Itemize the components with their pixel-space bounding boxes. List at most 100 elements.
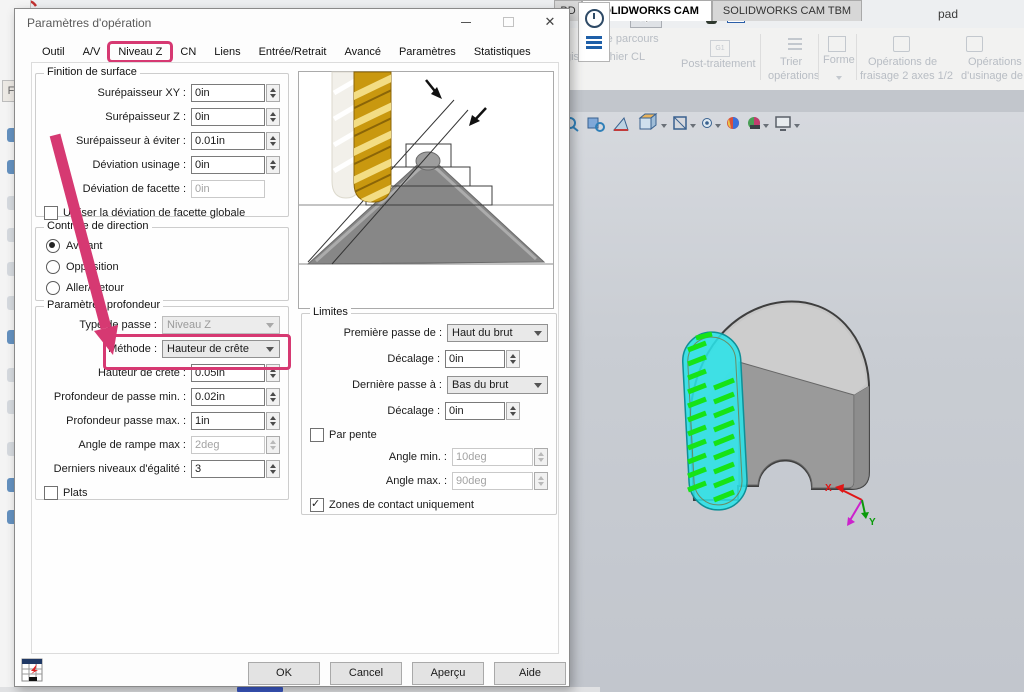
ribbon-separator bbox=[818, 34, 819, 80]
maximize-icon[interactable] bbox=[491, 9, 525, 35]
section-view-icon[interactable] bbox=[614, 118, 628, 130]
field-label: Déviation usinage : bbox=[42, 159, 191, 171]
apercu-button[interactable]: Aperçu bbox=[412, 662, 484, 685]
tab-liens[interactable]: Liens bbox=[205, 43, 249, 61]
field-label: Angle min. : bbox=[308, 451, 452, 463]
radio-opposition[interactable] bbox=[46, 260, 60, 274]
forme-dropdown-icon[interactable] bbox=[836, 76, 842, 80]
tab-niveau-z[interactable]: Niveau Z bbox=[109, 43, 171, 61]
surepaisseur-xy-input[interactable]: 0in bbox=[191, 84, 265, 102]
group-controle-direction: Contrôle de direction Avalant Opposition… bbox=[35, 227, 289, 301]
tab-entree-retrait[interactable]: Entrée/Retrait bbox=[250, 43, 336, 61]
appearances-icon[interactable] bbox=[727, 117, 739, 129]
methode-highlight-box bbox=[103, 334, 291, 370]
group-limites: Limites Première passe de : Haut du brut… bbox=[301, 313, 557, 515]
document-title: pad bbox=[938, 7, 958, 21]
dropdown-icon[interactable] bbox=[661, 124, 667, 128]
surepaisseur-eviter-input[interactable]: 0.01in bbox=[191, 132, 265, 150]
ribbon-op2-2: d'usinage de tr bbox=[961, 70, 1024, 82]
mini-toolbar bbox=[578, 2, 610, 62]
tab-statistiques[interactable]: Statistiques bbox=[465, 43, 540, 61]
display-style-icon[interactable] bbox=[674, 117, 686, 129]
group-title: Contrôle de direction bbox=[44, 220, 152, 232]
field-label: Dernière passe à : bbox=[308, 379, 447, 391]
application-window: ↷ ⚙ pad ut le parcours gistrer fichier C… bbox=[0, 0, 1024, 692]
ribbon-separator bbox=[760, 34, 761, 80]
derniers-niveaux-input[interactable]: 3 bbox=[191, 460, 265, 478]
field-label: Surépaisseur Z : bbox=[42, 111, 191, 123]
spinner bbox=[534, 472, 548, 490]
axis-y-label: Y bbox=[869, 517, 876, 528]
3d-model[interactable]: X Y bbox=[640, 288, 925, 543]
profondeur-min-input[interactable]: 0.02in bbox=[191, 388, 265, 406]
spinner[interactable] bbox=[266, 84, 280, 102]
view-settings-icon[interactable] bbox=[776, 117, 790, 130]
scene-icon[interactable] bbox=[748, 117, 760, 129]
derniere-passe-combo[interactable]: Bas du brut bbox=[447, 376, 548, 394]
plats-checkbox[interactable] bbox=[44, 486, 58, 500]
zoom-area-icon[interactable] bbox=[588, 118, 604, 131]
spinner[interactable] bbox=[266, 132, 280, 150]
tab-cn[interactable]: CN bbox=[171, 43, 205, 61]
ribbon-op1[interactable]: Opérations de bbox=[868, 56, 937, 68]
tab-avance[interactable]: Avancé bbox=[335, 43, 390, 61]
radio-avalant[interactable] bbox=[46, 239, 60, 253]
group-finition-de-surface: Finition de surface Surépaisseur XY : 0i… bbox=[35, 73, 289, 217]
ribbon-forme[interactable]: Forme bbox=[823, 54, 855, 66]
spinner[interactable] bbox=[266, 108, 280, 126]
ribbon-post-traitement[interactable]: Post-traitement bbox=[681, 58, 756, 70]
spinner[interactable] bbox=[266, 156, 280, 174]
ribbon-separator bbox=[856, 34, 857, 80]
group-title: Limites bbox=[310, 306, 351, 318]
ribbon-trier[interactable]: Trier bbox=[780, 56, 802, 68]
spinner[interactable] bbox=[506, 402, 520, 420]
tab-outil[interactable]: Outil bbox=[33, 43, 74, 61]
spinner[interactable] bbox=[266, 388, 280, 406]
underlying-window-sliver bbox=[0, 687, 600, 692]
spreadsheet-export-icon[interactable] bbox=[21, 657, 47, 683]
minimize-icon[interactable] bbox=[449, 9, 483, 35]
checkbox-label: Plats bbox=[63, 487, 87, 499]
headsup-toolbar bbox=[558, 112, 808, 136]
deviation-usinage-input[interactable]: 0in bbox=[191, 156, 265, 174]
ribbon-trier-2: opérations bbox=[768, 70, 819, 82]
forme-cube-icon bbox=[828, 36, 846, 52]
spinner[interactable] bbox=[506, 350, 520, 368]
scallop-height-illustration bbox=[298, 71, 554, 309]
rebuild-clock-icon[interactable] bbox=[585, 9, 604, 28]
spinner[interactable] bbox=[266, 412, 280, 430]
surepaisseur-z-input[interactable]: 0in bbox=[191, 108, 265, 126]
decalage-1-input[interactable]: 0in bbox=[445, 350, 505, 368]
ribbon-op2[interactable]: Opérations bbox=[968, 56, 1022, 68]
dropdown-icon[interactable] bbox=[690, 124, 696, 128]
dropdown-icon[interactable] bbox=[794, 124, 800, 128]
tab-parametres[interactable]: Paramètres bbox=[390, 43, 465, 61]
decalage-2-input[interactable]: 0in bbox=[445, 402, 505, 420]
hide-show-icon[interactable] bbox=[703, 119, 712, 128]
aide-button[interactable]: Aide bbox=[494, 662, 566, 685]
par-pente-checkbox[interactable] bbox=[310, 428, 324, 442]
view-orientation-icon[interactable] bbox=[640, 114, 656, 129]
axis-x-label: X bbox=[825, 483, 832, 494]
premiere-passe-combo[interactable]: Haut du brut bbox=[447, 324, 548, 342]
tab-solidworks-cam-tbm[interactable]: SOLIDWORKS CAM TBM bbox=[712, 0, 862, 21]
close-icon[interactable]: ✕ bbox=[533, 9, 567, 35]
end-mill-tool bbox=[348, 72, 398, 209]
radio-label: Opposition bbox=[66, 261, 119, 273]
cancel-button[interactable]: Cancel bbox=[330, 662, 402, 685]
ok-button[interactable]: OK bbox=[248, 662, 320, 685]
facette-globale-checkbox[interactable] bbox=[44, 206, 58, 220]
radio-aller-retour[interactable] bbox=[46, 281, 60, 295]
dropdown-icon[interactable] bbox=[715, 124, 721, 128]
field-label: Déviation de facette : bbox=[42, 183, 191, 195]
type-de-passe-combo: Niveau Z bbox=[162, 316, 280, 334]
radio-label: Aller/Retour bbox=[66, 282, 124, 294]
spinner[interactable] bbox=[266, 460, 280, 478]
spinner bbox=[534, 448, 548, 466]
profondeur-max-input[interactable]: 1in bbox=[191, 412, 265, 430]
stacked-bars-icon[interactable] bbox=[586, 36, 602, 49]
zones-contact-checkbox[interactable] bbox=[310, 498, 324, 512]
checkbox-label: Zones de contact uniquement bbox=[329, 499, 474, 511]
tab-av[interactable]: A/V bbox=[74, 43, 110, 61]
dropdown-icon[interactable] bbox=[763, 124, 769, 128]
